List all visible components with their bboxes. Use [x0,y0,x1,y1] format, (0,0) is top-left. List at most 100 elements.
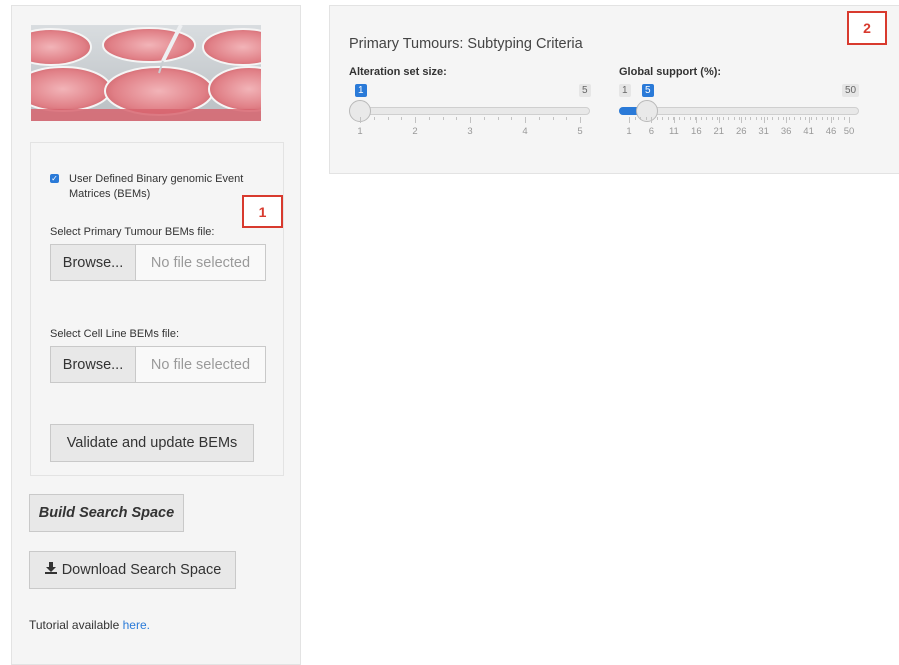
slider-minor-tick [483,117,485,120]
annotation-marker-2: 2 [847,11,887,45]
slider-major-tick [696,117,698,123]
slider-minor-tick [805,117,806,120]
slider-minor-tick [497,117,499,120]
slider-major-tick [673,117,675,123]
slider-tick-label: 21 [713,126,725,137]
slider-minor-tick [428,117,430,120]
slider-minor-tick [728,117,729,120]
slider-minor-tick [706,117,707,120]
slider-tick-label: 4 [522,126,528,137]
slider-minor-tick [700,117,702,120]
slider-minor-tick [684,117,685,120]
slider-tick-label: 50 [843,126,855,137]
cellline-file-field[interactable]: No file selected [136,346,266,383]
slider-tick-label: 31 [758,126,769,137]
slider-major-tick [741,117,743,123]
slider-minor-tick [401,117,403,120]
build-search-space-button[interactable]: Build Search Space [29,494,184,532]
slider-minor-tick [566,117,568,120]
slider-minor-tick [832,117,834,120]
slider-tick-label: 1 [626,126,632,137]
cellline-bem-file-input[interactable]: Browse... No file selected [50,346,266,383]
cellline-browse-button[interactable]: Browse... [50,346,136,383]
tutorial-link[interactable]: here. [123,618,150,632]
petri-dish-image [31,25,261,121]
bem-checkbox-label: User Defined Binary genomic Event Matric… [69,173,244,200]
slider-minor-tick [673,117,674,120]
slider-minor-tick [678,117,680,120]
slider-tick-label: 3 [467,126,473,137]
slider-minor-tick [810,117,812,120]
slider-tick-label: 1 [357,126,363,137]
slider-tick-label: 46 [825,126,837,137]
slider-minor-tick [511,117,513,120]
slider-minor-tick [799,117,801,120]
global-support-value-badge: 5 [641,84,654,97]
annotation-marker-1: 1 [242,195,283,228]
slider-minor-tick [788,117,790,120]
primary-file-field[interactable]: No file selected [136,244,266,281]
slider-minor-tick [538,117,540,120]
alteration-set-size-max-badge: 5 [579,84,591,97]
validate-bems-button[interactable]: Validate and update BEMs [50,424,254,462]
slider-minor-tick [552,117,554,120]
slider-minor-tick [634,117,636,120]
slider-minor-tick [838,117,839,120]
slider-minor-tick [645,117,647,120]
panel-title: Primary Tumours: Subtyping Criteria [349,36,583,52]
tutorial-prefix: Tutorial available [29,618,123,632]
slider-minor-tick [667,117,669,120]
slider-minor-tick [783,117,784,120]
slider-minor-tick [821,117,823,120]
primary-bem-file-input[interactable]: Browse... No file selected [50,244,266,281]
download-search-space-button[interactable]: Download Search Space [29,551,236,589]
slider-major-tick [763,117,765,123]
global-support-fill [619,107,637,115]
slider-minor-tick [717,117,718,120]
slider-major-tick [808,117,810,123]
slider-minor-tick [456,117,458,120]
alteration-set-size-value-badge: 1 [355,84,367,97]
slider-minor-tick [827,117,828,120]
global-support-label: Global support (%): [619,66,722,78]
slider-minor-tick [415,117,416,120]
global-support-max-badge: 50 [842,84,860,97]
slider-major-tick [718,117,720,123]
slider-tick-label: 16 [691,126,702,137]
banner-image [31,25,261,121]
slider-tick-label: 5 [577,126,583,137]
download-icon [44,561,58,579]
slider-minor-tick [442,117,444,120]
slider-minor-tick [695,117,696,120]
slider-tick-label: 36 [780,126,792,137]
primary-bem-label: Select Primary Tumour BEMs file: [50,226,215,238]
slider-major-tick [786,117,788,123]
slider-minor-tick [843,117,845,120]
sidebar-panel: ✓ User Defined Binary genomic Event Matr… [11,5,301,665]
slider-minor-tick [744,117,746,120]
slider-minor-tick [373,117,375,120]
slider-tick-label: 41 [803,126,814,137]
slider-tick-label: 2 [412,126,418,137]
slider-minor-tick [387,117,389,120]
primary-browse-button[interactable]: Browse... [50,244,136,281]
slider-minor-tick [689,117,691,120]
download-button-label: Download Search Space [61,562,222,578]
slider-minor-tick [722,117,724,120]
slider-minor-tick [816,117,817,120]
bem-checkbox-row[interactable]: ✓ User Defined Binary genomic Event Matr… [50,172,260,202]
subtyping-criteria-panel: Primary Tumours: Subtyping Criteria Alte… [329,5,899,174]
slider-tick-label: 6 [648,126,655,137]
slider-minor-tick [360,117,361,120]
cellline-bem-label: Select Cell Line BEMs file: [50,328,179,340]
slider-minor-tick [761,117,762,120]
alteration-set-size-track[interactable] [360,107,590,115]
slider-minor-tick [766,117,768,120]
slider-minor-tick [772,117,773,120]
slider-minor-tick [739,117,740,120]
bem-checkbox[interactable]: ✓ [50,174,59,183]
slider-minor-tick [656,117,658,120]
slider-minor-tick [640,117,641,120]
slider-minor-tick [733,117,735,120]
slider-minor-tick [580,117,581,120]
